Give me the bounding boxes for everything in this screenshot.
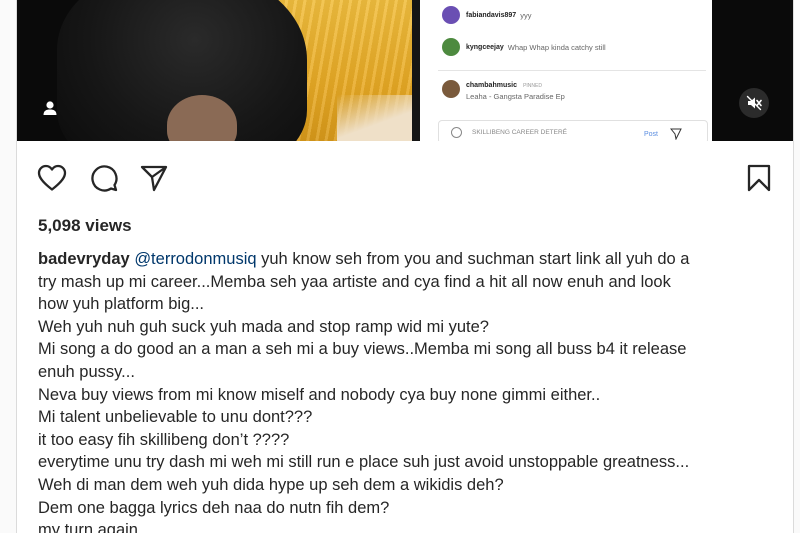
caption-line: my turn again xyxy=(38,521,138,533)
caption-line: how yuh platform big... xyxy=(38,295,204,314)
comment-icon[interactable] xyxy=(88,162,120,194)
avatar xyxy=(442,80,460,98)
post-button[interactable]: Post xyxy=(644,131,658,138)
video-background-shade xyxy=(337,95,412,141)
comment-row: fabiandavis897 yyy xyxy=(442,6,531,24)
divider xyxy=(438,70,706,71)
comment-input-text: SKILLIBENG CAREER DETERÉ xyxy=(472,128,567,136)
send-icon[interactable] xyxy=(669,127,682,141)
post-card: fabiandavis897 yyy kyngceejay Whap Whap … xyxy=(16,0,794,533)
comment-input[interactable]: SKILLIBENG CAREER DETERÉ xyxy=(438,120,708,141)
person-icon[interactable] xyxy=(41,99,59,117)
avatar xyxy=(442,38,460,56)
caption-mention[interactable]: @terrodonmusiq xyxy=(134,250,256,268)
emoji-icon[interactable] xyxy=(451,126,462,138)
caption-line: enuh pussy... xyxy=(38,362,135,381)
caption-line: Dem one bagga lyrics deh naa do nutn fih… xyxy=(38,498,390,517)
mute-icon[interactable] xyxy=(739,88,769,118)
caption-author[interactable]: badevryday xyxy=(38,250,130,268)
bookmark-icon[interactable] xyxy=(743,162,775,194)
post-caption: badevryday @terrodonmusiq yuh know seh f… xyxy=(38,248,778,533)
comment-username: kyngceejay xyxy=(466,43,504,51)
comment-text: Leaha - Gangsta Paradise Ep xyxy=(466,92,565,101)
caption-line: Mi song a do good an a man a seh mi a bu… xyxy=(38,340,687,359)
caption-line: Weh yuh nuh guh suck yuh mada and stop r… xyxy=(38,317,489,336)
comment-text: Whap Whap kinda catchy still xyxy=(507,42,606,52)
pinned-badge: PINNED xyxy=(523,83,542,89)
embedded-comments-panel: fabiandavis897 yyy kyngceejay Whap Whap … xyxy=(412,0,720,141)
caption-line: try mash up mi career...Memba seh yaa ar… xyxy=(38,272,671,291)
action-bar xyxy=(17,162,793,194)
comment-row: kyngceejay Whap Whap kinda catchy still xyxy=(442,38,606,56)
share-icon[interactable] xyxy=(138,162,170,194)
caption-line: it too easy fih skillibeng don’t ???? xyxy=(38,430,290,449)
video-player[interactable]: fabiandavis897 yyy kyngceejay Whap Whap … xyxy=(17,0,793,141)
caption-line: everytime unu try dash mi weh mi still r… xyxy=(38,453,690,472)
comment-username: fabiandavis897 xyxy=(466,11,517,19)
comment-username: chambahmusic xyxy=(466,82,517,89)
caption-line: Weh di man dem weh yuh dida hype up seh … xyxy=(38,475,504,494)
avatar xyxy=(442,6,460,24)
heart-icon[interactable] xyxy=(36,162,68,194)
views-count: 5,098 views xyxy=(38,216,132,235)
caption-line: Neva buy views from mi know miself and n… xyxy=(38,385,601,404)
video-right-pane xyxy=(712,0,793,141)
comment-text: yyy xyxy=(520,10,532,20)
caption-line: yuh know seh from you and suchman start … xyxy=(256,250,690,268)
caption-line: Mi talent unbelievable to unu dont??? xyxy=(38,408,313,427)
comment-row: chambahmusic PINNED Leaha - Gangsta Para… xyxy=(442,80,565,101)
